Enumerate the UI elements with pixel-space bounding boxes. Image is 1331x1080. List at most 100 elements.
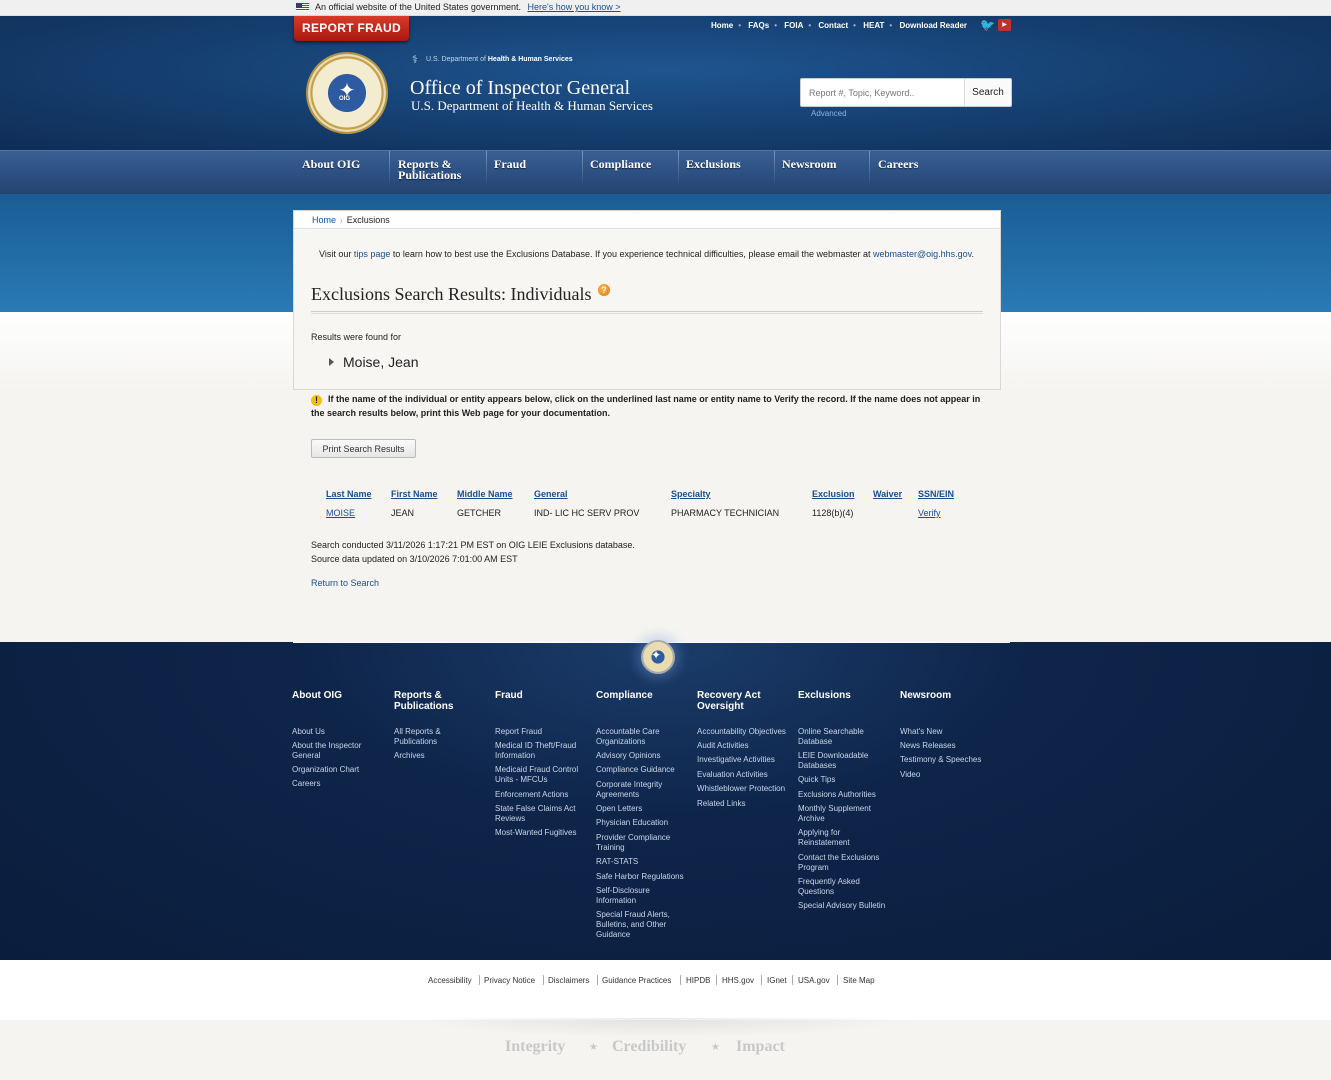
footer-link[interactable]: LEIE Downloadable Databases (798, 751, 868, 771)
tips-page-link[interactable]: tips page (354, 249, 391, 259)
col-header-specialty[interactable]: Specialty (671, 489, 711, 499)
nav-newsroom[interactable]: Newsroom (782, 158, 836, 170)
nav-reports-publications[interactable]: Reports & Publications (398, 158, 461, 181)
col-header-ssn-ein[interactable]: SSN/EIN (918, 489, 954, 499)
footer-link[interactable]: Quick Tips (798, 775, 835, 785)
breadcrumb-home[interactable]: Home (312, 215, 336, 225)
footer-heading-exclusions[interactable]: Exclusions (798, 690, 851, 701)
nav-exclusions[interactable]: Exclusions (686, 158, 741, 170)
twitter-icon[interactable]: 🐦 (980, 19, 995, 31)
footer-link[interactable]: Most-Wanted Fugitives (495, 828, 577, 838)
footer-link[interactable]: Enforcement Actions (495, 790, 568, 800)
utility-link-foia[interactable]: FOIA (784, 21, 803, 30)
footer-heading-reports[interactable]: Reports & Publications (394, 690, 453, 712)
bottom-link-usa-gov[interactable]: USA.gov (798, 976, 830, 985)
footer-link[interactable]: Compliance Guidance (596, 765, 675, 775)
return-to-search-link[interactable]: Return to Search (311, 578, 379, 588)
utility-link-download-reader[interactable]: Download Reader (899, 21, 967, 30)
bottom-link-hhs[interactable]: HHS.gov (722, 976, 754, 985)
col-header-general[interactable]: General (534, 489, 568, 499)
utility-link-home[interactable]: Home (711, 21, 733, 30)
webmaster-email-link[interactable]: webmaster@oig.hhs.gov (873, 249, 972, 259)
col-header-middle-name[interactable]: Middle Name (457, 489, 513, 499)
search-button[interactable]: Search (964, 79, 1011, 106)
utility-link-faqs[interactable]: FAQs (748, 21, 769, 30)
nav-careers[interactable]: Careers (878, 158, 918, 170)
footer-link[interactable]: RAT-STATS (596, 857, 638, 867)
utility-link-heat[interactable]: HEAT (863, 21, 884, 30)
footer-link[interactable]: Accountability Objectives (697, 727, 786, 737)
footer-link[interactable]: Investigative Activities (697, 755, 775, 765)
footer-link[interactable]: Report Fraud (495, 727, 542, 737)
footer-link[interactable]: Whistleblower Protection (697, 784, 785, 794)
footer-link[interactable]: What's New (900, 727, 942, 737)
footer-link[interactable]: About the Inspector General (292, 741, 361, 761)
advanced-search-link[interactable]: Advanced (811, 109, 847, 118)
footer-heading-compliance[interactable]: Compliance (596, 690, 653, 701)
footer-link[interactable]: News Releases (900, 741, 956, 751)
footer-link[interactable]: Archives (394, 751, 425, 761)
footer-link[interactable]: Related Links (697, 799, 745, 809)
footer-heading-newsroom[interactable]: Newsroom (900, 690, 951, 701)
footer-link[interactable]: Advisory Opinions (596, 751, 660, 761)
bottom-link-guidance-practices[interactable]: Guidance Practices (602, 976, 671, 985)
oig-seal-logo[interactable]: ✦ OIG (308, 54, 386, 132)
footer-link[interactable]: State False Claims Act Reviews (495, 804, 575, 824)
footer-link[interactable]: Online Searchable Database (798, 727, 864, 747)
footer-link[interactable]: Open Letters (596, 804, 642, 814)
footer-link[interactable]: All Reports & Publications (394, 727, 441, 747)
bottom-link-privacy[interactable]: Privacy Notice (484, 976, 535, 985)
footer-link[interactable]: Frequently Asked Questions (798, 877, 860, 897)
footer-link[interactable]: Video (900, 770, 920, 780)
footer-link[interactable]: Corporate Integrity Agreements (596, 780, 662, 800)
footer-link[interactable]: Contact the Exclusions Program (798, 853, 879, 873)
footer-heading-recovery-act[interactable]: Recovery Act Oversight (697, 690, 761, 712)
search-input[interactable] (801, 79, 964, 106)
footer-link[interactable]: Special Fraud Alerts, Bulletins, and Oth… (596, 910, 670, 940)
nav-compliance[interactable]: Compliance (590, 158, 651, 170)
result-last-name-link[interactable]: MOISE (326, 508, 355, 518)
result-verify-link[interactable]: Verify (918, 508, 941, 518)
youtube-icon[interactable]: ▶ (998, 19, 1011, 31)
footer-link[interactable]: Exclusions Authorities (798, 790, 876, 800)
footer-link[interactable]: Special Advisory Bulletin (798, 901, 885, 911)
bottom-link-ignet[interactable]: IGnet (767, 976, 787, 985)
footer-link[interactable]: Accountable Care Organizations (596, 727, 660, 747)
footer-link[interactable]: Organization Chart (292, 765, 359, 775)
col-header-waiver[interactable]: Waiver (873, 489, 902, 499)
utility-link-contact[interactable]: Contact (818, 21, 848, 30)
footer-link[interactable]: Safe Harbor Regulations (596, 872, 684, 882)
footer-link[interactable]: Testimony & Speeches (900, 755, 981, 765)
footer-link[interactable]: Monthly Supplement Archive (798, 804, 871, 824)
footer-link[interactable]: Careers (292, 779, 320, 789)
bottom-link-site-map[interactable]: Site Map (843, 976, 875, 985)
footer-link[interactable]: About Us (292, 727, 325, 737)
footer-link[interactable]: Self-Disclosure Information (596, 886, 650, 906)
report-fraud-button[interactable]: REPORT FRAUD (294, 16, 409, 41)
footer-link[interactable]: Audit Activities (697, 741, 749, 751)
breadcrumb-current: Exclusions (346, 215, 390, 225)
main-nav: About OIG Reports & Publications Fraud C… (0, 150, 1331, 194)
print-search-results-button[interactable]: Print Search Results (311, 439, 416, 458)
how-you-know-link[interactable]: Here's how you know > (527, 2, 620, 12)
bottom-link-hipdb[interactable]: HIPDB (686, 976, 710, 985)
footer-link[interactable]: Evaluation Activities (697, 770, 768, 780)
footer-link[interactable]: Medicaid Fraud Control Units - MFCUs (495, 765, 578, 785)
help-icon[interactable]: ? (598, 284, 610, 296)
footer-link[interactable]: Medical ID Theft/Fraud Information (495, 741, 576, 761)
motto-integrity: Integrity (505, 1038, 566, 1055)
bottom-link-disclaimers[interactable]: Disclaimers (548, 976, 589, 985)
footer-link[interactable]: Provider Compliance Training (596, 833, 670, 853)
col-header-first-name[interactable]: First Name (391, 489, 438, 499)
bottom-link-accessibility[interactable]: Accessibility (428, 976, 472, 985)
nav-fraud[interactable]: Fraud (494, 158, 526, 170)
footer-link[interactable]: Applying for Reinstatement (798, 828, 850, 848)
gov-banner: An official website of the United States… (0, 0, 1331, 16)
footer-link[interactable]: Physician Education (596, 818, 668, 828)
col-header-exclusion[interactable]: Exclusion (812, 489, 855, 499)
site-title[interactable]: Office of Inspector General (410, 77, 630, 100)
footer-heading-about-oig[interactable]: About OIG (292, 690, 342, 701)
nav-about-oig[interactable]: About OIG (302, 158, 360, 170)
footer-heading-fraud[interactable]: Fraud (495, 690, 523, 701)
col-header-last-name[interactable]: Last Name (326, 489, 372, 499)
